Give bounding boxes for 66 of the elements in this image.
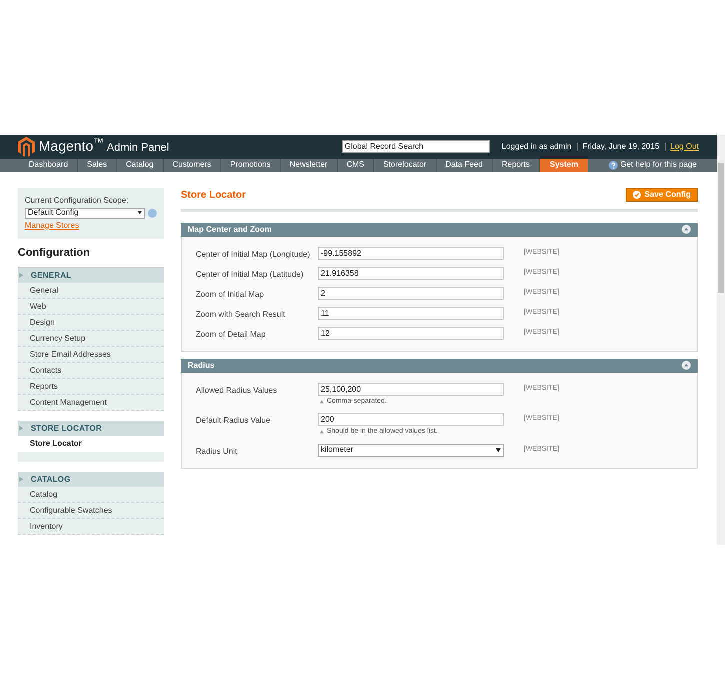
field-label: Allowed Radius Values <box>195 384 278 396</box>
sidebar-item[interactable]: Contacts <box>18 363 164 379</box>
nav-tab[interactable]: Newsletter <box>280 158 338 172</box>
logout-link[interactable]: Log Out <box>670 140 699 153</box>
input-field[interactable]: 12 <box>318 326 504 340</box>
scope-select[interactable]: Default Config <box>25 208 145 218</box>
dropdown-icon <box>496 448 501 452</box>
nav-tab[interactable]: Dashboard <box>20 158 78 172</box>
input-field[interactable]: 200 <box>318 413 504 426</box>
dropdown-icon <box>138 211 142 215</box>
nav-tab[interactable]: CMS <box>338 158 374 172</box>
input-field[interactable]: 11 <box>318 306 504 320</box>
nav-tab[interactable]: Storelocator <box>374 158 437 172</box>
field-label: Center of Initial Map (Latitude) <box>195 268 305 280</box>
field-label: Zoom of Detail Map <box>195 328 267 340</box>
section-header[interactable]: CATALOG <box>18 472 164 487</box>
input-field[interactable]: 21.916358 <box>318 266 504 280</box>
logo-icon <box>18 136 35 157</box>
sidebar-item[interactable]: Reports <box>18 379 164 395</box>
search-field[interactable]: Global Record Search <box>342 140 490 154</box>
collapse-icon <box>682 361 691 370</box>
section-header[interactable]: STORE LOCATOR <box>18 421 164 436</box>
input-field[interactable]: 25,100,200 <box>318 382 504 396</box>
note-icon <box>320 430 324 434</box>
note-icon <box>320 400 324 404</box>
field-label: Zoom with Search Result <box>195 308 286 320</box>
user-text: Logged in as admin <box>502 140 572 153</box>
input-field[interactable]: 2 <box>318 286 504 300</box>
help-icon <box>148 208 157 218</box>
section-header[interactable]: GENERAL <box>18 268 164 283</box>
group-header[interactable]: Radius <box>181 358 698 372</box>
nav-tab[interactable]: Customers <box>164 158 222 172</box>
sidebar-item[interactable]: General <box>18 283 164 299</box>
group-header[interactable]: Map Center and Zoom <box>181 222 698 236</box>
sidebar-item[interactable]: Configurable Swatches <box>18 503 164 519</box>
scrollbar[interactable] <box>717 135 725 545</box>
date-text: Friday, June 19, 2015 <box>582 140 660 153</box>
field-label: Center of Initial Map (Longitude) <box>195 248 312 260</box>
expand-icon <box>19 273 24 278</box>
field-label: Default Radius Value <box>195 415 272 427</box>
sidebar-item[interactable]: Design <box>18 315 164 331</box>
expand-icon <box>19 477 24 482</box>
help-icon <box>608 160 618 170</box>
help-link[interactable]: Get help for this page <box>620 159 697 172</box>
sidebar-item[interactable]: Store Email Addresses <box>18 347 164 363</box>
sidebar-item[interactable]: Inventory <box>18 519 164 535</box>
nav-tab[interactable]: Promotions <box>221 158 281 172</box>
scope-label: Current Configuration Scope: <box>25 194 130 206</box>
select-field[interactable]: kilometer <box>318 444 504 456</box>
sidebar-item[interactable]: Content Management <box>18 395 164 411</box>
page-title: Store Locator <box>181 188 246 202</box>
collapse-icon <box>682 225 691 234</box>
sidebar-item[interactable]: Catalog <box>18 487 164 503</box>
nav-tab[interactable]: Sales <box>78 158 118 172</box>
input-field[interactable]: -99.155892 <box>318 246 504 260</box>
check-icon <box>632 191 641 199</box>
nav-tab[interactable]: Catalog <box>117 158 164 172</box>
brand-name: Magento$^{™}$ <box>39 136 104 156</box>
sidebar-item[interactable]: Web <box>18 299 164 315</box>
expand-icon <box>19 426 24 431</box>
sidebar-item[interactable]: Store Locator <box>18 436 164 452</box>
nav-tab[interactable]: Data Feed <box>436 158 493 172</box>
product-name: Admin Panel <box>106 141 170 156</box>
sidebar-item[interactable]: Currency Setup <box>18 331 164 347</box>
field-label: Radius Unit <box>195 446 238 458</box>
field-label: Zoom of Initial Map <box>195 288 266 300</box>
